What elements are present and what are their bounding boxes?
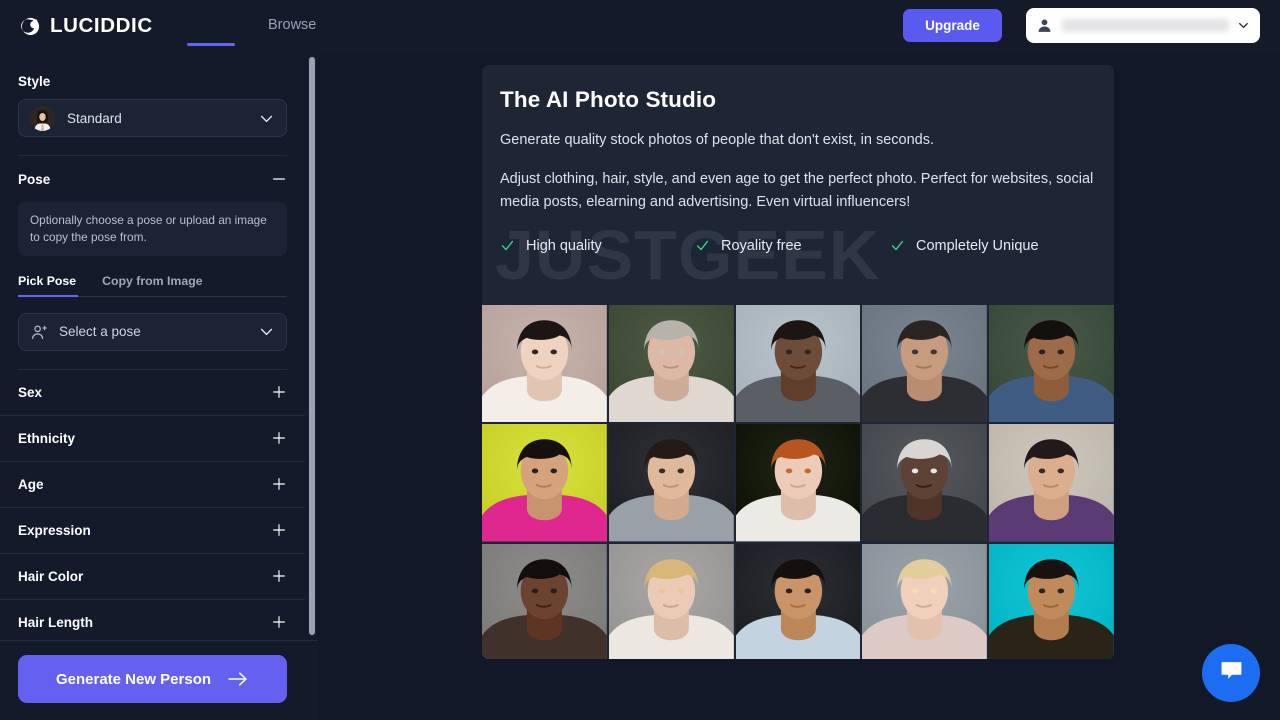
accordion-label: Expression — [18, 522, 91, 538]
pose-label: Pose — [18, 171, 51, 187]
nav-active-indicator — [187, 43, 235, 46]
photo-thumbnail[interactable] — [608, 424, 734, 542]
accordion-ethnicity[interactable]: Ethnicity — [0, 416, 305, 462]
photo-thumbnail[interactable] — [862, 543, 988, 659]
generate-button-label: Generate New Person — [55, 670, 212, 688]
person-icon — [1036, 17, 1053, 34]
person-avatar-thumbnail — [30, 105, 55, 131]
photo-thumbnail[interactable] — [735, 543, 861, 659]
minus-icon[interactable] — [271, 171, 287, 187]
photo-thumbnail[interactable] — [482, 305, 607, 423]
photo-thumbnail[interactable] — [608, 305, 734, 423]
pose-accordion-header[interactable]: Pose — [0, 156, 305, 202]
style-select[interactable]: Standard — [18, 99, 287, 137]
nav-item-browse[interactable]: Browse — [268, 17, 316, 33]
photo-studio-card: JUSTGEEK The AI Photo Studio Generate qu… — [482, 65, 1114, 659]
photo-thumbnail[interactable] — [862, 305, 988, 423]
feature-item: Royality free — [695, 238, 890, 254]
plus-icon[interactable] — [271, 614, 287, 630]
accordion-label: Sex — [18, 384, 43, 400]
chat-bubble-icon — [1218, 657, 1245, 689]
sample-photo-grid — [482, 305, 1114, 659]
pose-body: Optionally choose a pose or upload an im… — [0, 202, 305, 370]
pose-tabs: Pick Pose Copy from Image — [18, 274, 287, 297]
plus-icon[interactable] — [271, 522, 287, 538]
generate-new-person-button[interactable]: Generate New Person — [18, 655, 287, 703]
check-icon — [695, 238, 710, 253]
accordion-expression[interactable]: Expression — [0, 508, 305, 554]
tab-copy-from-image[interactable]: Copy from Image — [102, 274, 202, 296]
top-navigation-bar: LUCIDDIC Browse Upgrade — [0, 0, 1280, 52]
feature-label: High quality — [526, 237, 602, 254]
plus-icon[interactable] — [271, 476, 287, 492]
arrow-right-icon — [227, 671, 249, 687]
chat-support-button[interactable] — [1202, 644, 1260, 702]
check-icon — [500, 238, 515, 253]
photo-thumbnail[interactable] — [989, 424, 1114, 542]
chevron-down-icon — [258, 110, 275, 127]
account-menu[interactable] — [1026, 8, 1260, 43]
pose-tab-active-indicator — [18, 294, 78, 297]
card-subtitle: Generate quality stock photos of people … — [500, 132, 935, 148]
pose-hint-text: Optionally choose a pose or upload an im… — [18, 202, 287, 256]
accordion-age[interactable]: Age — [0, 462, 305, 508]
feature-label: Royality free — [721, 237, 802, 254]
photo-thumbnail[interactable] — [482, 424, 607, 542]
photo-thumbnail[interactable] — [735, 424, 861, 542]
photo-thumbnail[interactable] — [862, 424, 988, 542]
pose-select-value: Select a pose — [59, 324, 141, 339]
card-header: JUSTGEEK The AI Photo Studio Generate qu… — [482, 65, 1114, 294]
feature-list: High quality Royality free Completely Un… — [500, 238, 1096, 266]
page-title: The AI Photo Studio — [500, 87, 717, 112]
pose-select[interactable]: Select a pose — [18, 312, 287, 351]
accordion-label: Hair Color — [18, 568, 84, 584]
person-add-icon — [30, 323, 47, 340]
photo-thumbnail[interactable] — [735, 305, 861, 423]
feature-item: High quality — [500, 238, 695, 254]
photo-thumbnail[interactable] — [482, 543, 607, 659]
chevron-down-icon — [258, 323, 275, 340]
account-name — [1062, 19, 1229, 32]
crescent-moon-icon — [20, 16, 41, 37]
feature-label: Completely Unique — [916, 237, 1039, 254]
plus-icon[interactable] — [271, 384, 287, 400]
upgrade-button[interactable]: Upgrade — [903, 9, 1002, 42]
brand-logo[interactable]: LUCIDDIC — [20, 14, 153, 38]
sidebar-scrollbar-thumb[interactable] — [309, 57, 315, 635]
app-root: LUCIDDIC Browse Upgrade Style Standard P… — [0, 0, 1280, 720]
photo-thumbnail[interactable] — [608, 543, 734, 659]
plus-icon[interactable] — [271, 568, 287, 584]
accordion-label: Ethnicity — [18, 430, 76, 446]
style-section: Style Standard — [0, 52, 305, 156]
accordion-sex[interactable]: Sex — [0, 370, 305, 416]
sidebar: Style Standard Pose Optionally choose a … — [0, 52, 318, 720]
sidebar-scroll-area: Style Standard Pose Optionally choose a … — [0, 52, 305, 640]
sidebar-footer: Generate New Person — [0, 640, 318, 720]
photo-thumbnail[interactable] — [989, 543, 1114, 659]
plus-icon[interactable] — [271, 430, 287, 446]
style-selected-value: Standard — [67, 110, 122, 126]
accordion-hair-color[interactable]: Hair Color — [0, 554, 305, 600]
pose-section: Pose Optionally choose a pose or upload … — [0, 156, 305, 370]
check-icon — [890, 238, 905, 253]
accordion-label: Hair Length — [18, 614, 94, 630]
style-label: Style — [18, 74, 51, 89]
feature-item: Completely Unique — [890, 238, 1039, 254]
accordion-hair-length[interactable]: Hair Length — [0, 600, 305, 641]
photo-thumbnail[interactable] — [989, 305, 1114, 423]
tab-pick-pose[interactable]: Pick Pose — [18, 274, 76, 296]
accordion-label: Age — [18, 476, 44, 492]
brand-name: LUCIDDIC — [50, 14, 153, 37]
card-description: Adjust clothing, hair, style, and even a… — [500, 171, 1094, 211]
chevron-down-icon — [1237, 19, 1250, 32]
